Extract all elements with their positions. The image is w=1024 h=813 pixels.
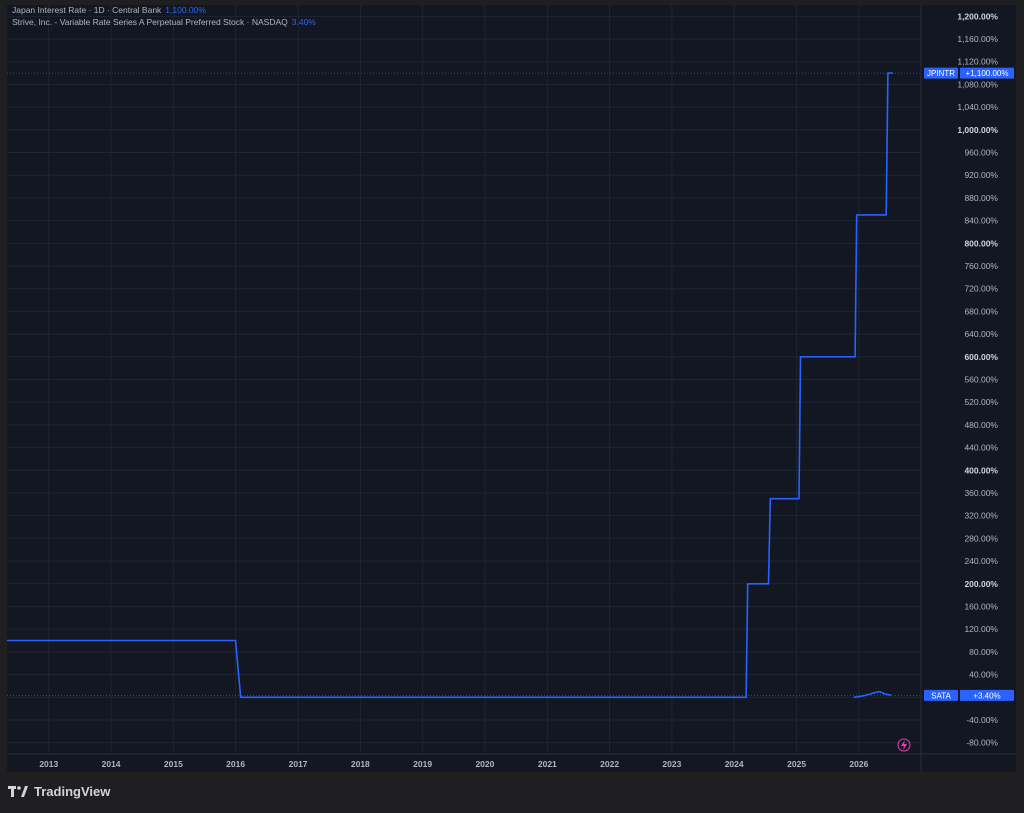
x-tick-label: 2024 bbox=[725, 759, 744, 769]
y-tick-label: 1,200.00% bbox=[957, 11, 998, 21]
x-tick-label: 2013 bbox=[39, 759, 58, 769]
chart-svg[interactable]: 1,200.00% 1,160.00% 1,120.00% 1,080.00% 1,04… bbox=[0, 0, 1024, 813]
series-value-label-jpintr: +1,100.00% bbox=[966, 69, 1009, 78]
x-tick-label: 2015 bbox=[164, 759, 183, 769]
y-tick-label: 440.00% bbox=[964, 443, 998, 453]
tradingview-branding[interactable]: TradingView bbox=[8, 784, 110, 799]
y-tick-label: 720.00% bbox=[964, 284, 998, 294]
y-tick-label: 880.00% bbox=[964, 193, 998, 203]
y-tick-label: 80.00% bbox=[969, 647, 998, 657]
y-tick-label: 760.00% bbox=[964, 261, 998, 271]
y-tick-label: 480.00% bbox=[964, 420, 998, 430]
y-tick-label: 1,080.00% bbox=[957, 79, 998, 89]
x-tick-label: 2023 bbox=[662, 759, 681, 769]
series-badge-name-jpintr: JPINTR bbox=[927, 69, 955, 78]
y-tick-label: 1,120.00% bbox=[957, 57, 998, 67]
y-tick-label: 600.00% bbox=[964, 352, 998, 362]
y-tick-label: 800.00% bbox=[964, 238, 998, 248]
y-tick-label: 120.00% bbox=[964, 624, 998, 634]
y-tick-label: 1,160.00% bbox=[957, 34, 998, 44]
y-tick-label: 360.00% bbox=[964, 488, 998, 498]
x-tick-label: 2021 bbox=[538, 759, 557, 769]
x-tick-label: 2017 bbox=[289, 759, 308, 769]
legend-value-sata: 3.40% bbox=[291, 17, 316, 27]
y-tick-label: 400.00% bbox=[964, 465, 998, 475]
legend-row-sata[interactable]: Strive, Inc. - Variable Rate Series A Pe… bbox=[12, 16, 316, 28]
legend-label-sata: Strive, Inc. - Variable Rate Series A Pe… bbox=[12, 17, 288, 27]
chart-legend: Japan Interest Rate · 1D · Central Bank 1… bbox=[12, 4, 316, 28]
x-tick-label: 2026 bbox=[849, 759, 868, 769]
tradingview-wordmark: TradingView bbox=[34, 784, 111, 799]
x-tick-label: 2019 bbox=[413, 759, 432, 769]
x-tick-label: 2014 bbox=[102, 759, 121, 769]
tradingview-logo-icon bbox=[8, 785, 28, 797]
x-tick-label: 2018 bbox=[351, 759, 370, 769]
x-tick-label: 2025 bbox=[787, 759, 806, 769]
y-tick-label: 320.00% bbox=[964, 511, 998, 521]
y-tick-label: 640.00% bbox=[964, 329, 998, 339]
series-value-label-sata: +3.40% bbox=[973, 691, 1000, 700]
y-tick-label: 200.00% bbox=[964, 579, 998, 589]
chart-root: 1,200.00% 1,160.00% 1,120.00% 1,080.00% 1,04… bbox=[0, 0, 1024, 813]
y-tick-label: 960.00% bbox=[964, 148, 998, 158]
y-tick-label: 240.00% bbox=[964, 556, 998, 566]
y-tick-label: 920.00% bbox=[964, 170, 998, 180]
y-tick-label: -80.00% bbox=[966, 738, 998, 748]
x-tick-label: 2020 bbox=[475, 759, 494, 769]
y-tick-label: 280.00% bbox=[964, 533, 998, 543]
x-tick-label: 2022 bbox=[600, 759, 619, 769]
series-badge-name-sata: SATA bbox=[931, 691, 951, 700]
legend-row-jpintr[interactable]: Japan Interest Rate · 1D · Central Bank 1… bbox=[12, 4, 316, 16]
legend-label-jpintr: Japan Interest Rate · 1D · Central Bank bbox=[12, 5, 162, 15]
x-tick-label: 2016 bbox=[226, 759, 245, 769]
y-tick-label: 1,040.00% bbox=[957, 102, 998, 112]
y-tick-label: 680.00% bbox=[964, 306, 998, 316]
y-tick-label: 1,000.00% bbox=[957, 125, 998, 135]
y-tick-label: 520.00% bbox=[964, 397, 998, 407]
y-tick-label: 40.00% bbox=[969, 670, 998, 680]
legend-value-jpintr: 1,100.00% bbox=[165, 5, 206, 15]
chart-background bbox=[7, 5, 1016, 772]
y-tick-label: 560.00% bbox=[964, 375, 998, 385]
y-tick-label: 840.00% bbox=[964, 216, 998, 226]
y-tick-label: 160.00% bbox=[964, 601, 998, 611]
y-tick-label: -40.00% bbox=[966, 715, 998, 725]
